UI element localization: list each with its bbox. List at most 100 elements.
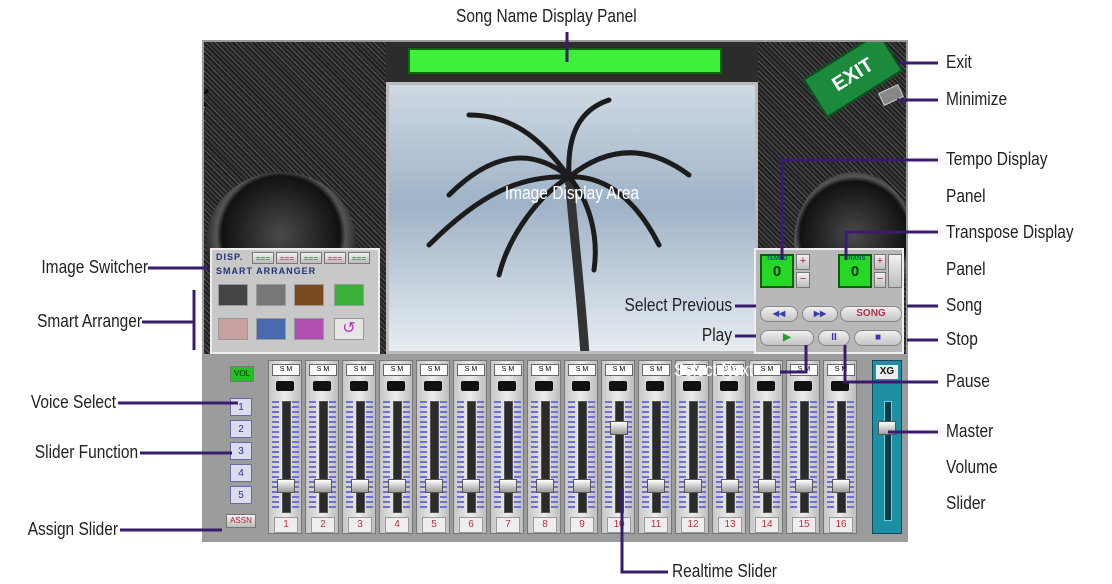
voice-select-button[interactable]	[609, 381, 627, 391]
assign-slider-button[interactable]: ASSN	[226, 514, 256, 528]
style-2-icon[interactable]	[256, 284, 286, 306]
style-4-icon[interactable]	[334, 284, 364, 306]
solo-mute-toggle[interactable]: S M	[420, 364, 448, 376]
transpose-extra-button[interactable]	[888, 254, 902, 288]
voice-select-button[interactable]	[757, 381, 775, 391]
loop-icon[interactable]: ↺	[334, 318, 364, 340]
select-previous-button[interactable]: ◀◀	[760, 306, 798, 322]
style-5-icon[interactable]	[218, 318, 248, 340]
solo-mute-toggle[interactable]: S M	[568, 364, 596, 376]
vol-button[interactable]: VOL	[230, 366, 254, 382]
style-3-icon[interactable]	[294, 284, 324, 306]
level-scale	[588, 401, 595, 511]
realtime-slider-knob[interactable]	[832, 479, 850, 493]
tempo-plus-button[interactable]: +	[796, 254, 810, 270]
voice-select-button[interactable]	[720, 381, 738, 391]
callout-select-previous: Select Previous	[624, 295, 732, 315]
stop-button[interactable]: ■	[854, 330, 902, 346]
image-switcher-button-4[interactable]: ===	[324, 252, 346, 264]
slider-function-5[interactable]: 5	[230, 486, 252, 504]
solo-mute-toggle[interactable]: S M	[494, 364, 522, 376]
callout-play: Play	[701, 325, 732, 345]
voice-select-button[interactable]	[683, 381, 701, 391]
slider-function-3[interactable]: 3	[230, 442, 252, 460]
realtime-slider-knob[interactable]	[758, 479, 776, 493]
realtime-slider-knob[interactable]	[610, 421, 628, 435]
realtime-slider-knob[interactable]	[277, 479, 295, 493]
voice-select-button[interactable]	[424, 381, 442, 391]
tempo-minus-button[interactable]: −	[796, 272, 810, 288]
style-1-icon[interactable]	[218, 284, 248, 306]
image-switcher-button-1[interactable]: ===	[252, 252, 274, 264]
realtime-slider-track	[393, 401, 402, 513]
solo-mute-toggle[interactable]: S M	[383, 364, 411, 376]
realtime-slider-track	[615, 401, 624, 513]
level-scale	[309, 401, 316, 511]
callout-master-volume-3: Slider	[946, 493, 986, 513]
realtime-slider-track	[689, 401, 698, 513]
image-switcher-button-3[interactable]: ===	[300, 252, 322, 264]
level-scale	[292, 401, 299, 511]
level-scale	[403, 401, 410, 511]
channel-number: 5	[422, 517, 446, 533]
voice-select-button[interactable]	[498, 381, 516, 391]
voice-select-button[interactable]	[276, 381, 294, 391]
transpose-minus-button[interactable]: −	[874, 272, 886, 288]
song-button[interactable]: SONG	[840, 306, 902, 322]
master-knob[interactable]	[878, 421, 896, 435]
realtime-slider-knob[interactable]	[684, 479, 702, 493]
solo-mute-toggle[interactable]: S M	[790, 364, 818, 376]
level-scale	[847, 401, 854, 511]
realtime-slider-knob[interactable]	[721, 479, 739, 493]
select-next-button[interactable]: ▶▶	[802, 306, 838, 322]
pause-button[interactable]: II	[818, 330, 850, 346]
solo-mute-toggle[interactable]: S M	[309, 364, 337, 376]
slider-function-1[interactable]: 1	[230, 398, 252, 416]
voice-select-button[interactable]	[535, 381, 553, 391]
transpose-plus-button[interactable]: +	[874, 254, 886, 270]
voice-select-button[interactable]	[461, 381, 479, 391]
realtime-slider-knob[interactable]	[388, 479, 406, 493]
realtime-slider-knob[interactable]	[573, 479, 591, 493]
voice-select-button[interactable]	[572, 381, 590, 391]
channel-number: 4	[385, 517, 409, 533]
play-button[interactable]: ▶	[760, 330, 814, 346]
voice-select-button[interactable]	[794, 381, 812, 391]
style-7-icon[interactable]	[294, 318, 324, 340]
realtime-slider-knob[interactable]	[795, 479, 813, 493]
voice-select-button[interactable]	[831, 381, 849, 391]
solo-mute-toggle[interactable]: S M	[827, 364, 855, 376]
voice-select-button[interactable]	[646, 381, 664, 391]
voice-select-button[interactable]	[387, 381, 405, 391]
level-scale	[514, 401, 521, 511]
slider-function-2[interactable]: 2	[230, 420, 252, 438]
realtime-slider-knob[interactable]	[536, 479, 554, 493]
solo-mute-toggle[interactable]: S M	[753, 364, 781, 376]
realtime-slider-knob[interactable]	[499, 479, 517, 493]
voice-select-button[interactable]	[350, 381, 368, 391]
realtime-slider-knob[interactable]	[647, 479, 665, 493]
master-volume-slider[interactable]: XG	[872, 360, 902, 534]
realtime-slider-knob[interactable]	[314, 479, 332, 493]
realtime-slider-knob[interactable]	[462, 479, 480, 493]
channel-number: 2	[311, 517, 335, 533]
solo-mute-toggle[interactable]: S M	[531, 364, 559, 376]
level-scale	[329, 401, 336, 511]
callout-smart-arranger: Smart Arranger	[37, 311, 142, 331]
transpose-value: 0	[850, 263, 860, 280]
solo-mute-toggle[interactable]: S M	[605, 364, 633, 376]
image-switcher-button-2[interactable]: ===	[276, 252, 298, 264]
callout-exit: Exit	[946, 52, 972, 72]
style-6-icon[interactable]	[256, 318, 286, 340]
image-switcher-button-5[interactable]: ===	[348, 252, 370, 264]
solo-mute-toggle[interactable]: S M	[272, 364, 300, 376]
solo-mute-toggle[interactable]: S M	[346, 364, 374, 376]
callout-realtime-slider: Realtime Slider	[672, 561, 777, 581]
solo-mute-toggle[interactable]: S M	[457, 364, 485, 376]
solo-mute-toggle[interactable]: S M	[642, 364, 670, 376]
slider-function-4[interactable]: 4	[230, 464, 252, 482]
realtime-slider-knob[interactable]	[351, 479, 369, 493]
voice-select-button[interactable]	[313, 381, 331, 391]
realtime-slider-track	[800, 401, 809, 513]
realtime-slider-knob[interactable]	[425, 479, 443, 493]
